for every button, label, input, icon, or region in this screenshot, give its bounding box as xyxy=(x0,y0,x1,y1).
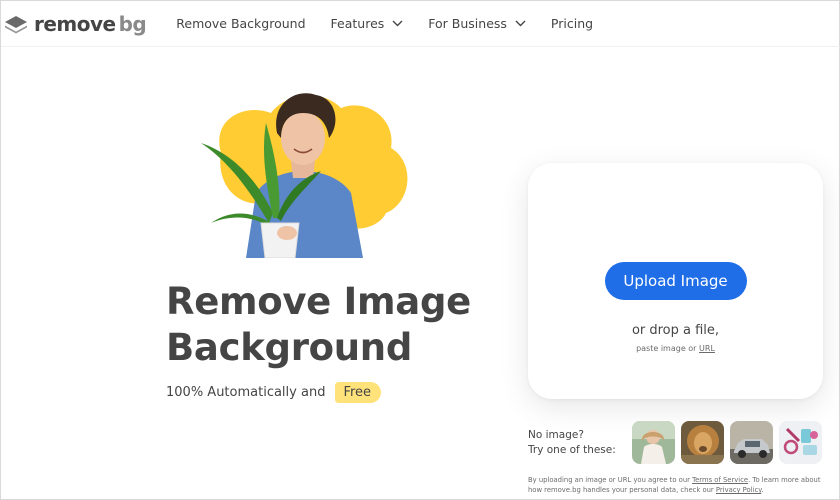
top-navigation: remove bg Remove Background Features For … xyxy=(1,1,840,47)
sample-lion-photo[interactable] xyxy=(681,421,724,464)
url-link[interactable]: URL xyxy=(699,344,715,353)
free-badge: Free xyxy=(335,382,382,403)
nav-item-label: Features xyxy=(330,16,385,31)
sample-prompt-line-2: Try one of these: xyxy=(528,444,616,456)
nav-item-label: For Business xyxy=(428,16,507,31)
hero-subtitle: 100% Automatically and Free xyxy=(166,382,382,403)
sample-car-photo[interactable] xyxy=(730,421,773,464)
nav-item-label: Remove Background xyxy=(176,16,306,31)
terms-of-service-link[interactable]: Terms of Service xyxy=(692,476,748,484)
nav-item-features[interactable]: Features xyxy=(331,16,404,31)
brand-wordmark: remove bg xyxy=(34,11,147,36)
layers-logo-icon xyxy=(5,15,27,33)
hero-illustration xyxy=(191,83,421,259)
nav-item-remove-background[interactable]: Remove Background xyxy=(176,16,305,31)
upload-card[interactable]: Upload Image or drop a file, paste image… xyxy=(528,163,823,399)
upload-image-button[interactable]: Upload Image xyxy=(604,262,747,300)
brand-logo[interactable]: remove bg xyxy=(3,11,147,36)
sample-thumbnails xyxy=(632,421,828,464)
page-title: Remove Image Background xyxy=(166,279,471,371)
sample-woman-photo[interactable] xyxy=(632,421,675,464)
privacy-policy-link[interactable]: Privacy Policy xyxy=(716,486,761,494)
sample-gadgets-photo[interactable] xyxy=(779,421,822,464)
sample-prompt-line-1: No image? xyxy=(528,429,584,441)
nav-item-label: Pricing xyxy=(550,16,594,31)
chevron-down-icon xyxy=(515,20,526,27)
legal-text: . xyxy=(761,486,764,494)
paste-hint-text: paste image or xyxy=(636,344,697,353)
sample-prompt: No image? Try one of these: xyxy=(528,428,616,458)
legal-text: By uploading an image or URL you agree t… xyxy=(528,476,690,484)
title-line-2: Background xyxy=(166,326,413,369)
drop-file-text: or drop a file, xyxy=(631,323,720,338)
chevron-down-icon xyxy=(392,20,403,27)
nav-item-for-business[interactable]: For Business xyxy=(428,16,526,31)
nav-links: Remove Background Features For Business … xyxy=(176,16,618,31)
title-line-1: Remove Image xyxy=(166,280,471,323)
paste-hint: paste image or URL xyxy=(636,344,715,353)
nav-item-pricing[interactable]: Pricing xyxy=(551,16,593,31)
subtitle-text: 100% Automatically and xyxy=(166,385,326,400)
legal-notice: By uploading an image or URL you agree t… xyxy=(528,475,828,495)
